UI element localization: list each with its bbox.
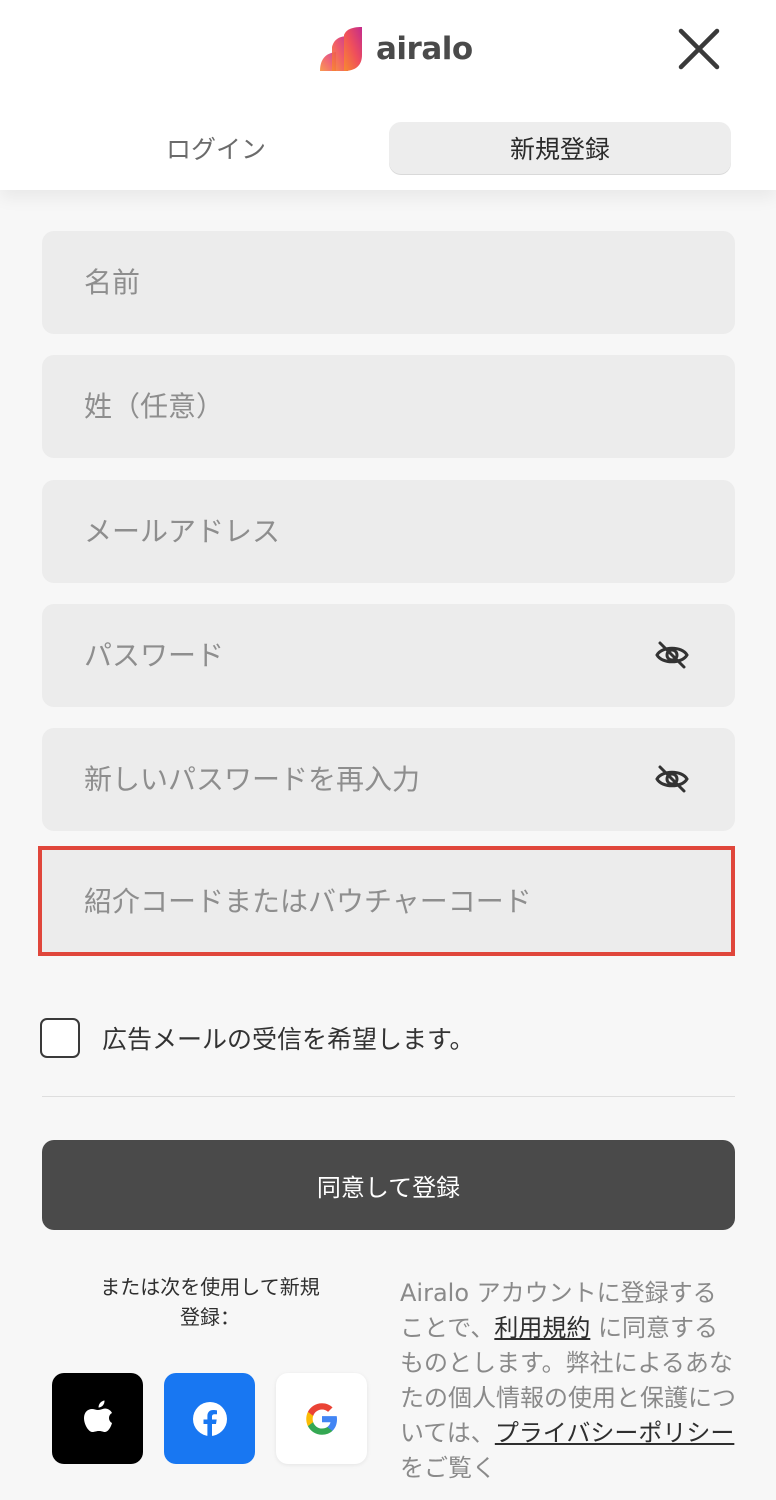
social-caption-line-1: または次を使用して新規	[100, 1275, 320, 1299]
marketing-opt-in-row: 広告メールの受信を希望します。	[40, 1018, 475, 1058]
close-icon	[678, 28, 720, 70]
apple-icon	[83, 1400, 112, 1432]
agree-and-register-button[interactable]: 同意して登録	[42, 1140, 735, 1230]
eye-slash-icon[interactable]	[655, 764, 689, 794]
referral-code-field[interactable]	[38, 846, 735, 956]
password-confirm-field[interactable]	[42, 728, 735, 831]
last-name-field[interactable]	[42, 355, 735, 458]
airalo-logo-icon	[320, 27, 362, 71]
google-icon	[305, 1402, 337, 1435]
marketing-opt-in-label[interactable]: 広告メールの受信を希望します。	[102, 1020, 475, 1056]
tab-login[interactable]: ログイン	[42, 122, 390, 174]
facebook-signup-button[interactable]	[164, 1373, 255, 1464]
brand-name: airalo	[376, 31, 473, 67]
marketing-opt-in-checkbox[interactable]	[40, 1018, 80, 1058]
terms-notice: Airalo アカウントに登録することで、利用規約 に同意するものとします。弊社…	[400, 1276, 740, 1486]
password-confirm-input[interactable]	[42, 728, 735, 831]
facebook-icon	[192, 1401, 227, 1437]
first-name-field[interactable]	[42, 231, 735, 334]
password-input[interactable]	[42, 604, 735, 707]
last-name-input[interactable]	[42, 355, 735, 458]
password-field[interactable]	[42, 604, 735, 707]
referral-code-input[interactable]	[42, 850, 731, 952]
header: airalo ログイン 新規登録	[0, 0, 776, 190]
social-signup-caption: または次を使用して新規 登録：	[70, 1272, 350, 1332]
first-name-input[interactable]	[42, 231, 735, 334]
privacy-policy-link[interactable]: プライバシーポリシー	[495, 1419, 735, 1447]
email-input[interactable]	[42, 480, 735, 583]
terms-of-service-link[interactable]: 利用規約	[494, 1314, 590, 1342]
airalo-logo: airalo	[318, 26, 473, 72]
divider	[42, 1096, 735, 1097]
tab-register[interactable]: 新規登録	[389, 122, 731, 174]
google-signup-button[interactable]	[276, 1373, 367, 1464]
apple-signup-button[interactable]	[52, 1373, 143, 1464]
eye-slash-icon[interactable]	[655, 640, 689, 670]
terms-text-3: をご覧く	[400, 1454, 496, 1482]
social-caption-line-2: 登録：	[180, 1305, 240, 1329]
email-field[interactable]	[42, 480, 735, 583]
close-button[interactable]	[672, 22, 726, 76]
